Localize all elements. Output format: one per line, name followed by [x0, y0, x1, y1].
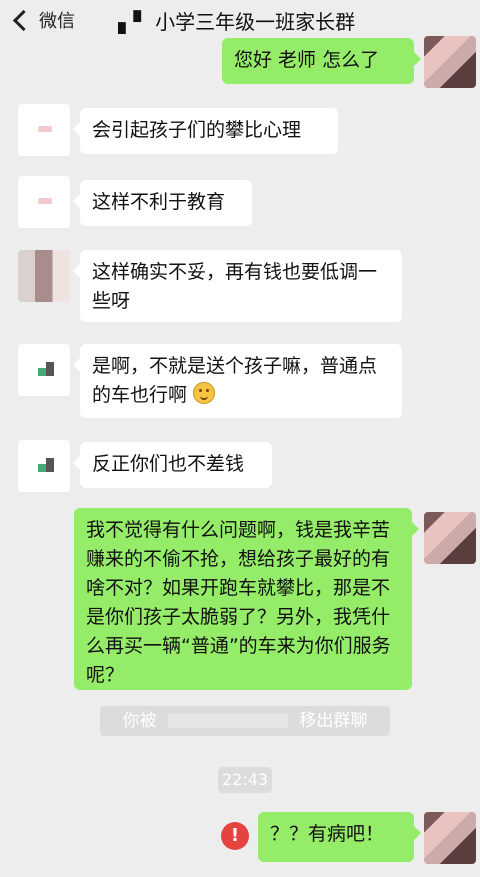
avatar[interactable] — [424, 36, 476, 88]
avatar[interactable] — [424, 512, 476, 564]
message-bubble[interactable]: 这样确实不妥，再有钱也要低调一些呀 — [73, 250, 402, 322]
message-bubble[interactable]: ？？有病吧！ — [258, 812, 421, 862]
chevron-left-icon — [12, 9, 35, 31]
avatar[interactable] — [18, 250, 70, 302]
message-text: 您好 老师 怎么了 — [234, 49, 380, 71]
back-label: 微信 — [39, 11, 75, 32]
system-notice-prefix: 你被 — [122, 711, 157, 731]
back-button[interactable]: 微信 — [10, 6, 75, 34]
redacted-name — [168, 714, 288, 728]
chat-header: 微信 ▖▘ 小学三年级一班家长群 — [0, 0, 480, 40]
alert-icon[interactable]: ! — [221, 822, 249, 850]
message-bubble[interactable]: 反正你们也不差钱 — [73, 442, 272, 488]
message-text: 我不觉得有什么问题啊，钱是我辛苦赚来的不偷不抢，想给孩子最好的有啥不对？如果开跑… — [86, 519, 391, 686]
timestamp: 22:43 — [218, 767, 272, 793]
avatar[interactable] — [18, 104, 70, 156]
message-text: 反正你们也不差钱 — [92, 453, 245, 475]
message-text: 这样不利于教育 — [92, 191, 226, 213]
system-notice: 你被 移出群聊 — [100, 706, 390, 736]
smirk-emoji-icon — [193, 382, 216, 404]
message-text: ？？有病吧！ — [270, 823, 385, 845]
message-text: 会引起孩子们的攀比心理 — [92, 119, 302, 141]
message-bubble[interactable]: 会引起孩子们的攀比心理 — [73, 108, 338, 154]
message-bubble[interactable]: 这样不利于教育 — [73, 180, 252, 226]
message-bubble[interactable]: 是啊，不就是送个孩子嘛，普通点的车也行啊 — [73, 344, 402, 418]
avatar[interactable] — [18, 344, 70, 396]
message-bubble[interactable]: 您好 老师 怎么了 — [222, 38, 421, 84]
message-bubble[interactable]: 我不觉得有什么问题啊，钱是我辛苦赚来的不偷不抢，想给孩子最好的有啥不对？如果开跑… — [74, 508, 419, 690]
avatar[interactable] — [18, 440, 70, 492]
chat-title: ▖▘ 小学三年级一班家长群 — [118, 10, 356, 34]
system-notice-suffix: 移出群聊 — [299, 711, 368, 731]
message-text: 这样确实不妥，再有钱也要低调一些呀 — [92, 261, 378, 312]
avatar[interactable] — [18, 176, 70, 228]
avatar[interactable] — [424, 812, 476, 864]
message-text: 是啊，不就是送个孩子嘛，普通点的车也行啊 — [92, 355, 378, 406]
